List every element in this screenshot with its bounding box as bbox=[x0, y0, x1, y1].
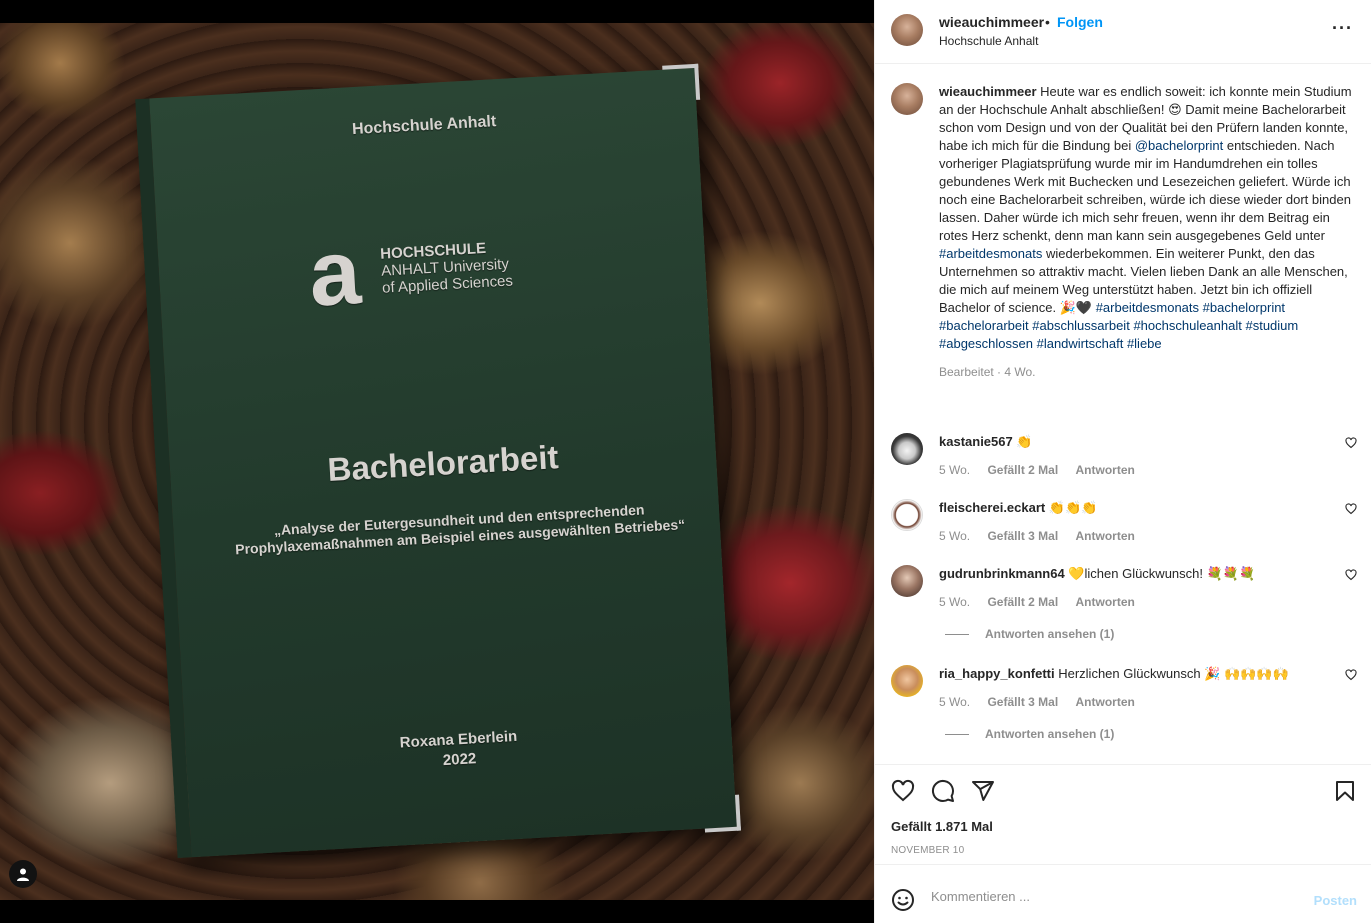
comment-likes[interactable]: Gefällt 3 Mal bbox=[987, 695, 1058, 709]
author-username[interactable]: wieauchimmeer bbox=[939, 14, 1044, 30]
commenter-username[interactable]: fleischerei.eckart bbox=[939, 500, 1045, 515]
hashtag-link[interactable]: #abschlussarbeit bbox=[1032, 318, 1130, 333]
comment-meta: 5 Wo. Gefällt 2 Mal Antworten bbox=[939, 595, 1357, 609]
comment-age[interactable]: 5 Wo. bbox=[939, 695, 970, 709]
comment-like-icon[interactable] bbox=[1345, 437, 1357, 449]
comment-input[interactable] bbox=[931, 889, 1301, 904]
post-header: wieauchimmeer • Folgen Hochschule Anhalt… bbox=[875, 0, 1371, 64]
comment-meta: 5 Wo. Gefällt 3 Mal Antworten bbox=[939, 695, 1357, 709]
heart-icon[interactable] bbox=[891, 779, 915, 803]
hashtag-link[interactable]: #abgeschlossen bbox=[939, 336, 1033, 351]
book-title: Bachelorarbeit bbox=[326, 438, 560, 489]
more-options-icon[interactable]: ··· bbox=[1332, 18, 1353, 39]
caption-part-2: entschieden. Nach vorheriger Plagiatsprü… bbox=[939, 138, 1351, 243]
comment-body: gudrunbrinkmann64 💛lichen Glückwunsch! 💐… bbox=[939, 565, 1357, 583]
commenter-username[interactable]: gudrunbrinkmann64 bbox=[939, 566, 1065, 581]
comment-age[interactable]: 5 Wo. bbox=[939, 595, 970, 609]
comment-item: kastanie567 👏 5 Wo. Gefällt 2 Mal Antwor… bbox=[891, 433, 1357, 477]
hashtag-link[interactable]: #bachelorarbeit bbox=[939, 318, 1029, 333]
replies-divider bbox=[945, 733, 969, 735]
view-replies-button[interactable]: Antworten ansehen (1) bbox=[945, 627, 1114, 641]
commenter-username[interactable]: kastanie567 bbox=[939, 434, 1013, 449]
comment-like-icon[interactable] bbox=[1345, 569, 1357, 581]
thesis-book: Hochschule Anhalt a HOCHSCHULE ANHALT Un… bbox=[135, 63, 741, 859]
caption-username[interactable]: wieauchimmeer bbox=[939, 84, 1037, 99]
comment-age[interactable]: 5 Wo. bbox=[939, 529, 970, 543]
replies-divider bbox=[945, 633, 969, 635]
post-date[interactable]: NOVEMBER 10 bbox=[891, 845, 964, 856]
comment-icon[interactable] bbox=[931, 779, 955, 803]
reply-button[interactable]: Antworten bbox=[1076, 695, 1135, 709]
comment-meta: 5 Wo. Gefällt 2 Mal Antworten bbox=[939, 463, 1357, 477]
author-avatar[interactable] bbox=[891, 14, 923, 46]
bookmark-icon[interactable] bbox=[1333, 779, 1357, 803]
post-media[interactable]: Hochschule Anhalt a HOCHSCHULE ANHALT Un… bbox=[0, 0, 874, 923]
post-side-panel: wieauchimmeer • Folgen Hochschule Anhalt… bbox=[874, 0, 1371, 923]
comments-section[interactable]: wieauchimmeer Heute war es endlich sowei… bbox=[875, 65, 1371, 763]
comment-text: 👏 bbox=[1016, 434, 1033, 449]
caption-text: wieauchimmeer Heute war es endlich sowei… bbox=[939, 83, 1357, 353]
book-corner-bottom bbox=[703, 794, 741, 833]
commenter-avatar[interactable] bbox=[891, 499, 923, 531]
comment-form: Posten bbox=[875, 864, 1371, 923]
comment-body: fleischerei.eckart 👏👏👏 bbox=[939, 499, 1357, 517]
post-location[interactable]: Hochschule Anhalt bbox=[939, 34, 1038, 48]
book-subtitle: „Analyse der Eutergesundheit und den ent… bbox=[234, 501, 686, 558]
share-icon[interactable] bbox=[971, 779, 995, 803]
hashtag-link[interactable]: #hochschuleanhalt bbox=[1133, 318, 1241, 333]
reply-button[interactable]: Antworten bbox=[1076, 463, 1135, 477]
hashtag-link[interactable]: #arbeitdesmonats bbox=[1096, 300, 1199, 315]
comment-like-icon[interactable] bbox=[1345, 669, 1357, 681]
post-comment-button[interactable]: Posten bbox=[1314, 893, 1357, 908]
comment-likes[interactable]: Gefällt 3 Mal bbox=[987, 529, 1058, 543]
comment-like-icon[interactable] bbox=[1345, 503, 1357, 515]
comment-item: gudrunbrinkmann64 💛lichen Glückwunsch! 💐… bbox=[891, 565, 1357, 609]
post-caption: wieauchimmeer Heute war es endlich sowei… bbox=[891, 83, 1357, 379]
comment-meta: 5 Wo. Gefällt 3 Mal Antworten bbox=[939, 529, 1357, 543]
like-count[interactable]: Gefällt 1.871 Mal bbox=[891, 819, 993, 834]
university-logo: a HOCHSCHULE ANHALT University of Applie… bbox=[306, 221, 514, 326]
follow-button[interactable]: Folgen bbox=[1057, 14, 1103, 30]
caption-meta: Bearbeitet · 4 Wo. bbox=[939, 365, 1036, 379]
hashtag-link[interactable]: #arbeitdesmonats bbox=[939, 246, 1042, 261]
commenter-avatar[interactable] bbox=[891, 565, 923, 597]
comment-text: 💛lichen Glückwunsch! 💐💐💐 bbox=[1068, 566, 1256, 581]
comment-likes[interactable]: Gefällt 2 Mal bbox=[987, 595, 1058, 609]
comment-likes[interactable]: Gefällt 2 Mal bbox=[987, 463, 1058, 477]
view-replies-button[interactable]: Antworten ansehen (1) bbox=[945, 727, 1114, 741]
post-actions: Gefällt 1.871 Mal NOVEMBER 10 bbox=[875, 764, 1371, 864]
book-author-block: Roxana Eberlein 2022 bbox=[185, 715, 732, 785]
caption-avatar[interactable] bbox=[891, 83, 923, 115]
mention-link[interactable]: @bachelorprint bbox=[1135, 138, 1223, 153]
comment-text: Herzlichen Glückwunsch 🎉 🙌🙌🙌🙌 bbox=[1058, 666, 1289, 681]
comment-item: fleischerei.eckart 👏👏👏 5 Wo. Gefällt 3 M… bbox=[891, 499, 1357, 543]
commenter-avatar[interactable] bbox=[891, 433, 923, 465]
comment-text: 👏👏👏 bbox=[1048, 500, 1098, 515]
comment-body: ria_happy_konfetti Herzlichen Glückwunsc… bbox=[939, 665, 1357, 683]
comment-item: ria_happy_konfetti Herzlichen Glückwunsc… bbox=[891, 665, 1357, 709]
comment-body: kastanie567 👏 bbox=[939, 433, 1357, 451]
comment-age[interactable]: 5 Wo. bbox=[939, 463, 970, 477]
logo-letter: a bbox=[306, 221, 364, 326]
reply-button[interactable]: Antworten bbox=[1076, 595, 1135, 609]
user-tag-icon bbox=[17, 868, 29, 881]
header-separator: • bbox=[1045, 14, 1050, 30]
book-corner-top bbox=[662, 63, 701, 102]
book-university: Hochschule Anhalt bbox=[351, 113, 497, 139]
instagram-post: Hochschule Anhalt a HOCHSCHULE ANHALT Un… bbox=[0, 0, 1371, 923]
post-photo[interactable]: Hochschule Anhalt a HOCHSCHULE ANHALT Un… bbox=[0, 23, 874, 900]
commenter-avatar[interactable] bbox=[891, 665, 923, 697]
commenter-username[interactable]: ria_happy_konfetti bbox=[939, 666, 1055, 681]
view-replies-label[interactable]: Antworten ansehen (1) bbox=[985, 627, 1114, 641]
view-replies-label[interactable]: Antworten ansehen (1) bbox=[985, 727, 1114, 741]
hashtag-link[interactable]: #studium bbox=[1245, 318, 1298, 333]
hashtag-link[interactable]: #liebe bbox=[1127, 336, 1162, 351]
hashtag-link[interactable]: #landwirtschaft bbox=[1037, 336, 1124, 351]
emoji-icon[interactable] bbox=[891, 888, 915, 912]
user-tag-button[interactable] bbox=[9, 860, 37, 888]
hashtag-link[interactable]: #bachelorprint bbox=[1203, 300, 1285, 315]
reply-button[interactable]: Antworten bbox=[1076, 529, 1135, 543]
